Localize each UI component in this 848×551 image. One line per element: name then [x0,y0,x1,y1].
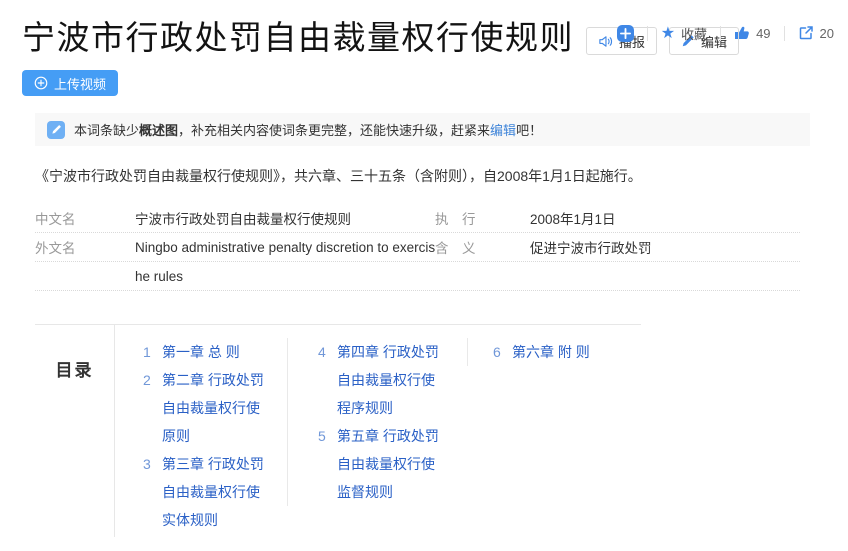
notice-bar: 本词条缺少概述图，补充相关内容使词条更完整，还能快速升级，赶紧来编辑吧！ [35,113,810,146]
info-row: he rules [35,262,800,291]
catalog-title: 目录 [56,361,94,380]
info-row: 中文名 宁波市行政处罚自由裁量权行使规则 执 行 2008年1月1日 [35,204,800,233]
favorite-button[interactable]: ★ 收藏 [661,24,707,43]
toc-number: 2 [143,366,155,394]
upload-video-button[interactable]: 上传视频 [22,70,118,96]
toc-item-3: 3 第三章 行政处罚自由裁量权行使实体规则 [143,450,287,534]
upload-video-label: 上传视频 [54,74,106,93]
plus-icon [620,28,631,39]
info-label: 执 行 [435,208,530,228]
info-value: 宁波市行政处罚自由裁量权行使规则 [135,208,435,228]
speaker-icon [598,34,613,49]
toc-link-chapter-3[interactable]: 第三章 行政处罚自由裁量权行使实体规则 [162,450,270,534]
summary-paragraph: 《宁波市行政处罚自由裁量权行使规则》，共六章、三十五条（含附则），自2008年1… [35,165,755,187]
toc-link-chapter-4[interactable]: 第四章 行政处罚自由裁量权行使程序规则 [337,338,445,422]
basic-info-table: 中文名 宁波市行政处罚自由裁量权行使规则 执 行 2008年1月1日 外文名 N… [35,204,800,291]
catalog: 目录 1 第一章 总 则 2 第二章 行政处罚自由裁量权行使原则 3 第三章 行… [35,324,641,537]
notice-text: 本词条缺少概述图，补充相关内容使词条更完整，还能快速升级，赶紧来编辑吧！ [74,120,542,139]
info-label: 含 义 [435,237,530,257]
info-value: 2008年1月1日 [530,208,800,228]
catalog-column: 4 第四章 行政处罚自由裁量权行使程序规则 5 第五章 行政处罚自由裁量权行使监… [287,338,467,506]
edit-pencil-icon [47,121,65,139]
info-label: 中文名 [35,208,135,228]
favorite-label: 收藏 [681,24,707,43]
notice-prefix: 本词条缺少 [74,123,139,138]
notice-bold: 概述图 [139,123,178,138]
like-button[interactable]: 49 [734,25,770,41]
share-icon [798,25,814,41]
toc-link-chapter-5[interactable]: 第五章 行政处罚自由裁量权行使监督规则 [337,422,445,506]
info-value: he rules [135,269,435,284]
thumb-up-icon [734,25,750,41]
circle-plus-icon [34,76,48,90]
toc-number: 5 [318,422,330,450]
info-value: Ningbo administrative penalty discretion… [135,240,435,255]
like-count: 49 [756,26,770,41]
toc-link-chapter-2[interactable]: 第二章 行政处罚自由裁量权行使原则 [162,366,270,450]
info-label: 外文名 [35,237,135,257]
share-button[interactable]: 20 [798,25,834,41]
toc-link-chapter-6[interactable]: 第六章 附 则 [512,338,620,366]
catalog-title-cell: 目录 [35,325,115,537]
topbar: ★ 收藏 49 20 [617,23,834,43]
page-title: 宁波市行政处罚自由裁量权行使规则 [22,18,574,58]
info-row: 外文名 Ningbo administrative penalty discre… [35,233,800,262]
toc-number: 3 [143,450,155,478]
notice-suffix: 吧！ [516,123,542,138]
toc-number: 1 [143,338,155,366]
catalog-column: 6 第六章 附 则 [467,338,637,366]
topbar-divider [647,26,648,41]
toc-item-2: 2 第二章 行政处罚自由裁量权行使原则 [143,366,287,450]
topbar-divider [784,26,785,41]
notice-middle: ，补充相关内容使词条更完整，还能快速升级，赶紧来 [178,123,490,138]
toc-link-chapter-1[interactable]: 第一章 总 则 [162,338,270,366]
toc-item-1: 1 第一章 总 则 [143,338,287,366]
share-count: 20 [820,26,834,41]
toc-item-6: 6 第六章 附 则 [493,338,637,366]
topbar-divider [720,26,721,41]
info-value: 促进宁波市行政处罚 [530,237,800,257]
catalog-list: 1 第一章 总 则 2 第二章 行政处罚自由裁量权行使原则 3 第三章 行政处罚… [115,325,641,537]
notice-edit-link[interactable]: 编辑 [490,123,516,138]
toc-item-5: 5 第五章 行政处罚自由裁量权行使监督规则 [318,422,467,506]
toc-item-4: 4 第四章 行政处罚自由裁量权行使程序规则 [318,338,467,422]
plus-badge-icon[interactable] [617,25,634,42]
star-icon: ★ [661,25,675,41]
catalog-column: 1 第一章 总 则 2 第二章 行政处罚自由裁量权行使原则 3 第三章 行政处罚… [115,338,287,534]
toc-number: 4 [318,338,330,366]
toc-number: 6 [493,338,505,366]
